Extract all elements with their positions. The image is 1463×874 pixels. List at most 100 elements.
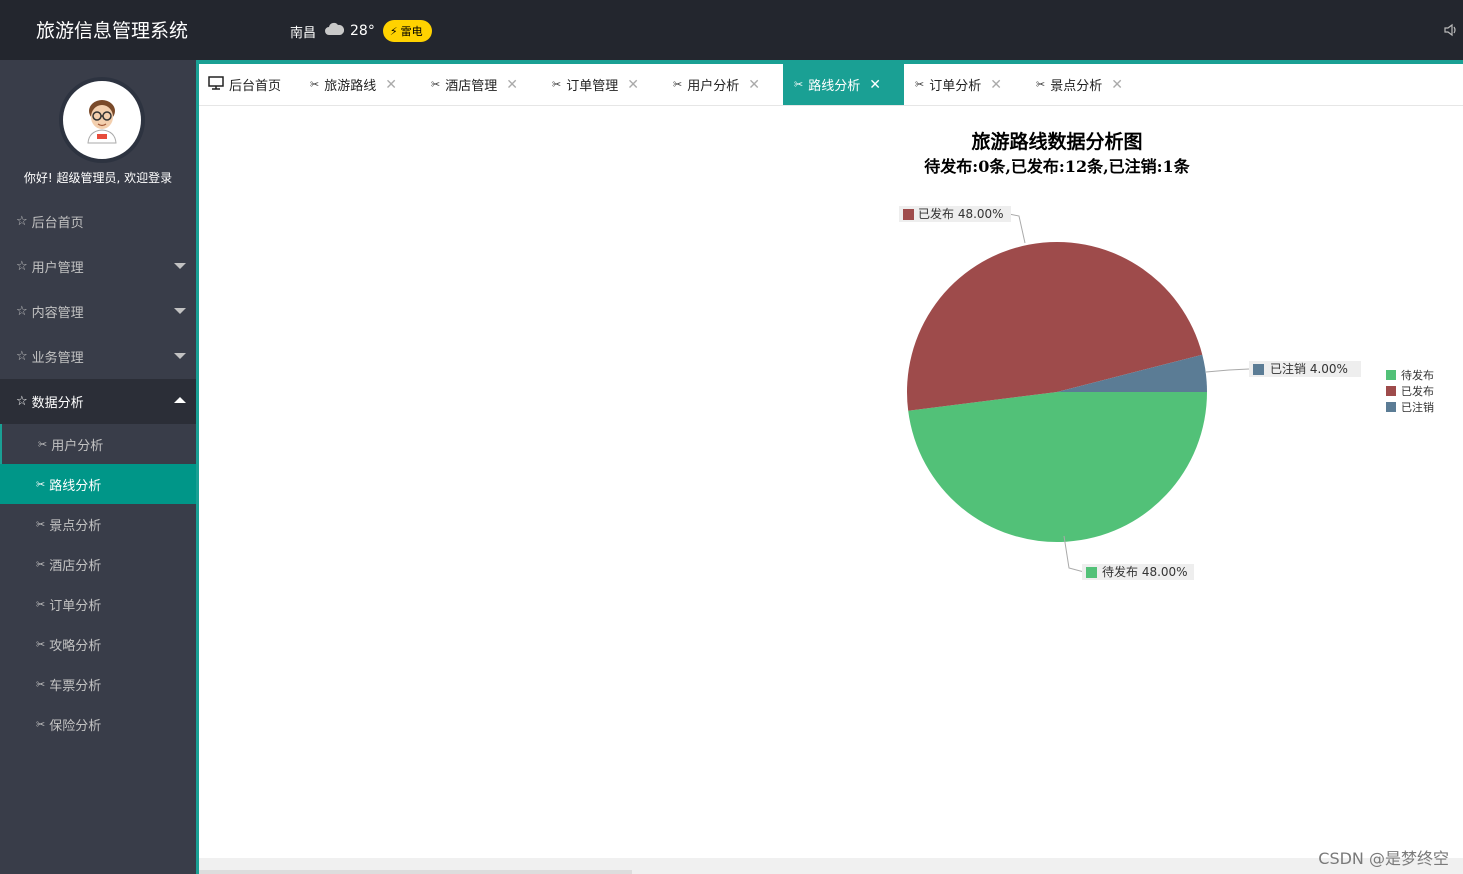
weather-widget: 南昌 28° ⚡ 雷电 [290,20,432,42]
data-label-swatch [1086,567,1097,578]
weather-condition: 雷电 [400,25,423,38]
app-title: 旅游信息管理系统 [36,20,189,42]
label-leader-line [1205,368,1250,373]
tab-label: 订单管理 [566,79,619,94]
tools-icon: ✂ [36,517,46,531]
cloud-icon [324,22,345,40]
star-icon: ☆ [16,349,28,364]
legend-swatch[interactable] [1386,402,1396,412]
sidebar: 你好! 超级管理员, 欢迎登录 ☆ 后台首页 ☆ 用户管理 ☆ 内容管理 ☆ 业… [0,60,196,874]
speaker-icon[interactable] [1443,22,1459,41]
welcome-text: 你好! 超级管理员, 欢迎登录 [23,171,173,185]
tools-icon: ✂ [673,78,683,91]
close-icon[interactable]: ✕ [869,77,881,93]
star-icon: ☆ [16,214,28,229]
sidebar-subitem-insurance-analysis[interactable]: ✂ 保险分析 [0,704,196,744]
close-icon[interactable]: ✕ [748,77,760,93]
tab-label: 订单分析 [929,79,982,94]
close-icon[interactable]: ✕ [1111,77,1123,93]
tab-user-analysis[interactable]: ✂ 用户分析 ✕ [673,64,788,105]
data-label-swatch [903,209,914,220]
sidebar-item-business-management[interactable]: ☆ 业务管理 [0,334,196,379]
tab-label: 用户分析 [687,79,740,94]
close-icon[interactable]: ✕ [506,77,518,93]
caret-up-icon [174,397,186,403]
tab-order-management[interactable]: ✂ 订单管理 ✕ [552,64,667,105]
sidebar-item-label: 后台首页 [31,216,84,231]
sidebar-subitem-route-analysis[interactable]: ✂ 路线分析 [0,464,196,504]
sidebar-subitem-label: 攻略分析 [49,638,102,654]
sidebar-subitem-hotel-analysis[interactable]: ✂ 酒店分析 [0,544,196,584]
tools-icon: ✂ [310,78,320,91]
close-icon[interactable]: ✕ [990,77,1002,93]
legend-label[interactable]: 已发布 [1401,384,1434,398]
sidebar-item-content-management[interactable]: ☆ 内容管理 [0,289,196,334]
tab-label: 后台首页 [229,79,282,94]
tab-route-analysis[interactable]: ✂ 路线分析 ✕ [783,64,904,105]
tools-icon: ✂ [36,597,46,611]
caret-down-icon [174,353,186,359]
sidebar-item-label: 业务管理 [31,351,84,366]
legend-swatch[interactable] [1386,370,1396,380]
top-bar: 旅游信息管理系统 南昌 28° ⚡ 雷电 [0,0,1463,60]
sidebar-subitem-label: 酒店分析 [49,558,102,574]
sidebar-item-home[interactable]: ☆ 后台首页 [0,199,196,244]
sidebar-subitem-guide-analysis[interactable]: ✂ 攻略分析 [0,624,196,664]
legend-label[interactable]: 已注销 [1401,400,1434,414]
chart-subtitle: 待发布:0条,已发布:12条,已注销:1条 [924,157,1190,176]
tools-icon: ✂ [38,437,48,451]
tab-bar: 后台首页 ✂ 旅游路线 ✕ ✂ 酒店管理 ✕ ✂ 订单管理 ✕ ✂ 用户分析 ✕… [199,64,1463,106]
caret-down-icon [174,263,186,269]
sidebar-subitem-label: 路线分析 [49,478,102,494]
sidebar-subitem-label: 保险分析 [49,718,102,734]
sidebar-item-user-management[interactable]: ☆ 用户管理 [0,244,196,289]
legend-swatch[interactable] [1386,386,1396,396]
legend-label[interactable]: 待发布 [1401,368,1434,382]
tab-order-analysis[interactable]: ✂ 订单分析 ✕ [915,64,1030,105]
pie-chart: 旅游路线数据分析图 待发布:0条,已发布:12条,已注销:1条 待发布 48.0… [899,130,1434,580]
tools-icon: ✂ [36,637,46,651]
sidebar-subitem-ticket-analysis[interactable]: ✂ 车票分析 [0,664,196,704]
sidebar-subitem-label: 景点分析 [49,518,102,534]
sidebar-item-label: 用户管理 [31,261,84,276]
sidebar-subitem-order-analysis[interactable]: ✂ 订单分析 [0,584,196,624]
scrollbar-thumb[interactable] [199,870,632,874]
avatar[interactable] [59,77,145,163]
tab-travel-routes[interactable]: ✂ 旅游路线 ✕ [310,64,425,105]
tab-label: 景点分析 [1050,79,1103,94]
tools-icon: ✂ [36,557,46,571]
tools-icon: ✂ [1036,78,1046,91]
tools-icon: ✂ [36,477,46,491]
sidebar-subitem-user-analysis[interactable]: ✂ 用户分析 [0,424,198,464]
star-icon: ☆ [16,394,28,409]
pie-slice[interactable] [908,392,1207,543]
tools-icon: ✂ [36,717,46,731]
tab-hotel-management[interactable]: ✂ 酒店管理 ✕ [431,64,546,105]
weather-city: 南昌 [290,25,317,41]
tools-icon: ✂ [431,78,441,91]
data-label-swatch [1253,364,1264,375]
watermark: CSDN @是梦终空 [1318,849,1449,868]
star-icon: ☆ [16,259,28,274]
tab-scenic-analysis[interactable]: ✂ 景点分析 ✕ [1036,64,1151,105]
chart-title: 旅游路线数据分析图 [971,130,1142,153]
horizontal-scrollbar[interactable] [199,858,1463,874]
sidebar-item-data-analysis[interactable]: ☆ 数据分析 [0,379,196,424]
caret-down-icon [174,308,186,314]
weather-condition-badge: ⚡ 雷电 [382,20,432,42]
data-label: 已注销 4.00% [1270,361,1348,376]
monitor-icon [208,76,224,93]
close-icon[interactable]: ✕ [385,77,397,93]
tools-icon: ✂ [915,78,925,91]
tab-label: 路线分析 [808,79,861,94]
sidebar-subitem-label: 车票分析 [49,678,102,694]
data-label: 已发布 48.00% [918,206,1004,221]
sidebar-subitem-scenic-analysis[interactable]: ✂ 景点分析 [0,504,196,544]
sidebar-subitem-label: 用户分析 [51,438,104,454]
tab-home[interactable]: 后台首页 [208,64,313,105]
sidebar-item-label: 数据分析 [31,396,84,411]
star-icon: ☆ [16,304,28,319]
tab-label: 酒店管理 [445,79,498,94]
close-icon[interactable]: ✕ [627,77,639,93]
data-label: 待发布 48.00% [1102,564,1188,579]
